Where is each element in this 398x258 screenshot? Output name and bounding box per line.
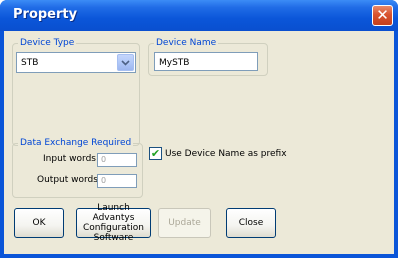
- device-type-group: Device Type STB: [12, 38, 140, 146]
- input-words-label: Input words: [43, 154, 96, 164]
- input-words-field[interactable]: 0: [97, 153, 137, 167]
- output-words-field[interactable]: 0: [97, 174, 137, 188]
- dialog-client-area: Device Type STB Device Name MySTB Data E…: [4, 31, 394, 254]
- device-name-input[interactable]: MySTB: [154, 52, 258, 71]
- launch-button-label-line2: Configuration: [82, 223, 145, 233]
- data-exchange-group: Data Exchange Required Input words 0 Out…: [12, 138, 143, 198]
- device-name-group: Device Name MySTB: [148, 38, 268, 76]
- launch-button-label-line1: Launch Advantys: [92, 203, 135, 223]
- close-button[interactable]: Close: [226, 208, 276, 238]
- update-button-label: Update: [168, 218, 201, 228]
- close-button-label: Close: [238, 218, 264, 228]
- ok-button[interactable]: OK: [14, 208, 64, 238]
- chevron-down-icon[interactable]: [117, 54, 134, 71]
- property-dialog: Property ✕ Device Type STB Device Name M…: [0, 0, 398, 258]
- use-prefix-checkbox[interactable]: ✔: [149, 147, 162, 160]
- launch-button-label-line3: Software: [93, 233, 134, 243]
- device-type-select[interactable]: STB: [16, 52, 136, 73]
- close-window-button[interactable]: ✕: [372, 5, 393, 26]
- output-words-label: Output words: [37, 175, 98, 185]
- device-type-group-label: Device Type: [18, 38, 77, 48]
- data-exchange-group-label: Data Exchange Required: [18, 138, 134, 148]
- device-type-selected-value: STB: [21, 58, 39, 68]
- use-prefix-label[interactable]: Use Device Name as prefix: [165, 149, 287, 159]
- update-button[interactable]: Update: [158, 208, 211, 238]
- device-name-group-label: Device Name: [154, 38, 219, 48]
- launch-advantys-button[interactable]: Launch Advantys Configuration Software: [76, 203, 151, 243]
- ok-button-label: OK: [32, 218, 46, 228]
- window-title: Property: [13, 7, 78, 22]
- title-bar[interactable]: Property ✕: [0, 0, 398, 31]
